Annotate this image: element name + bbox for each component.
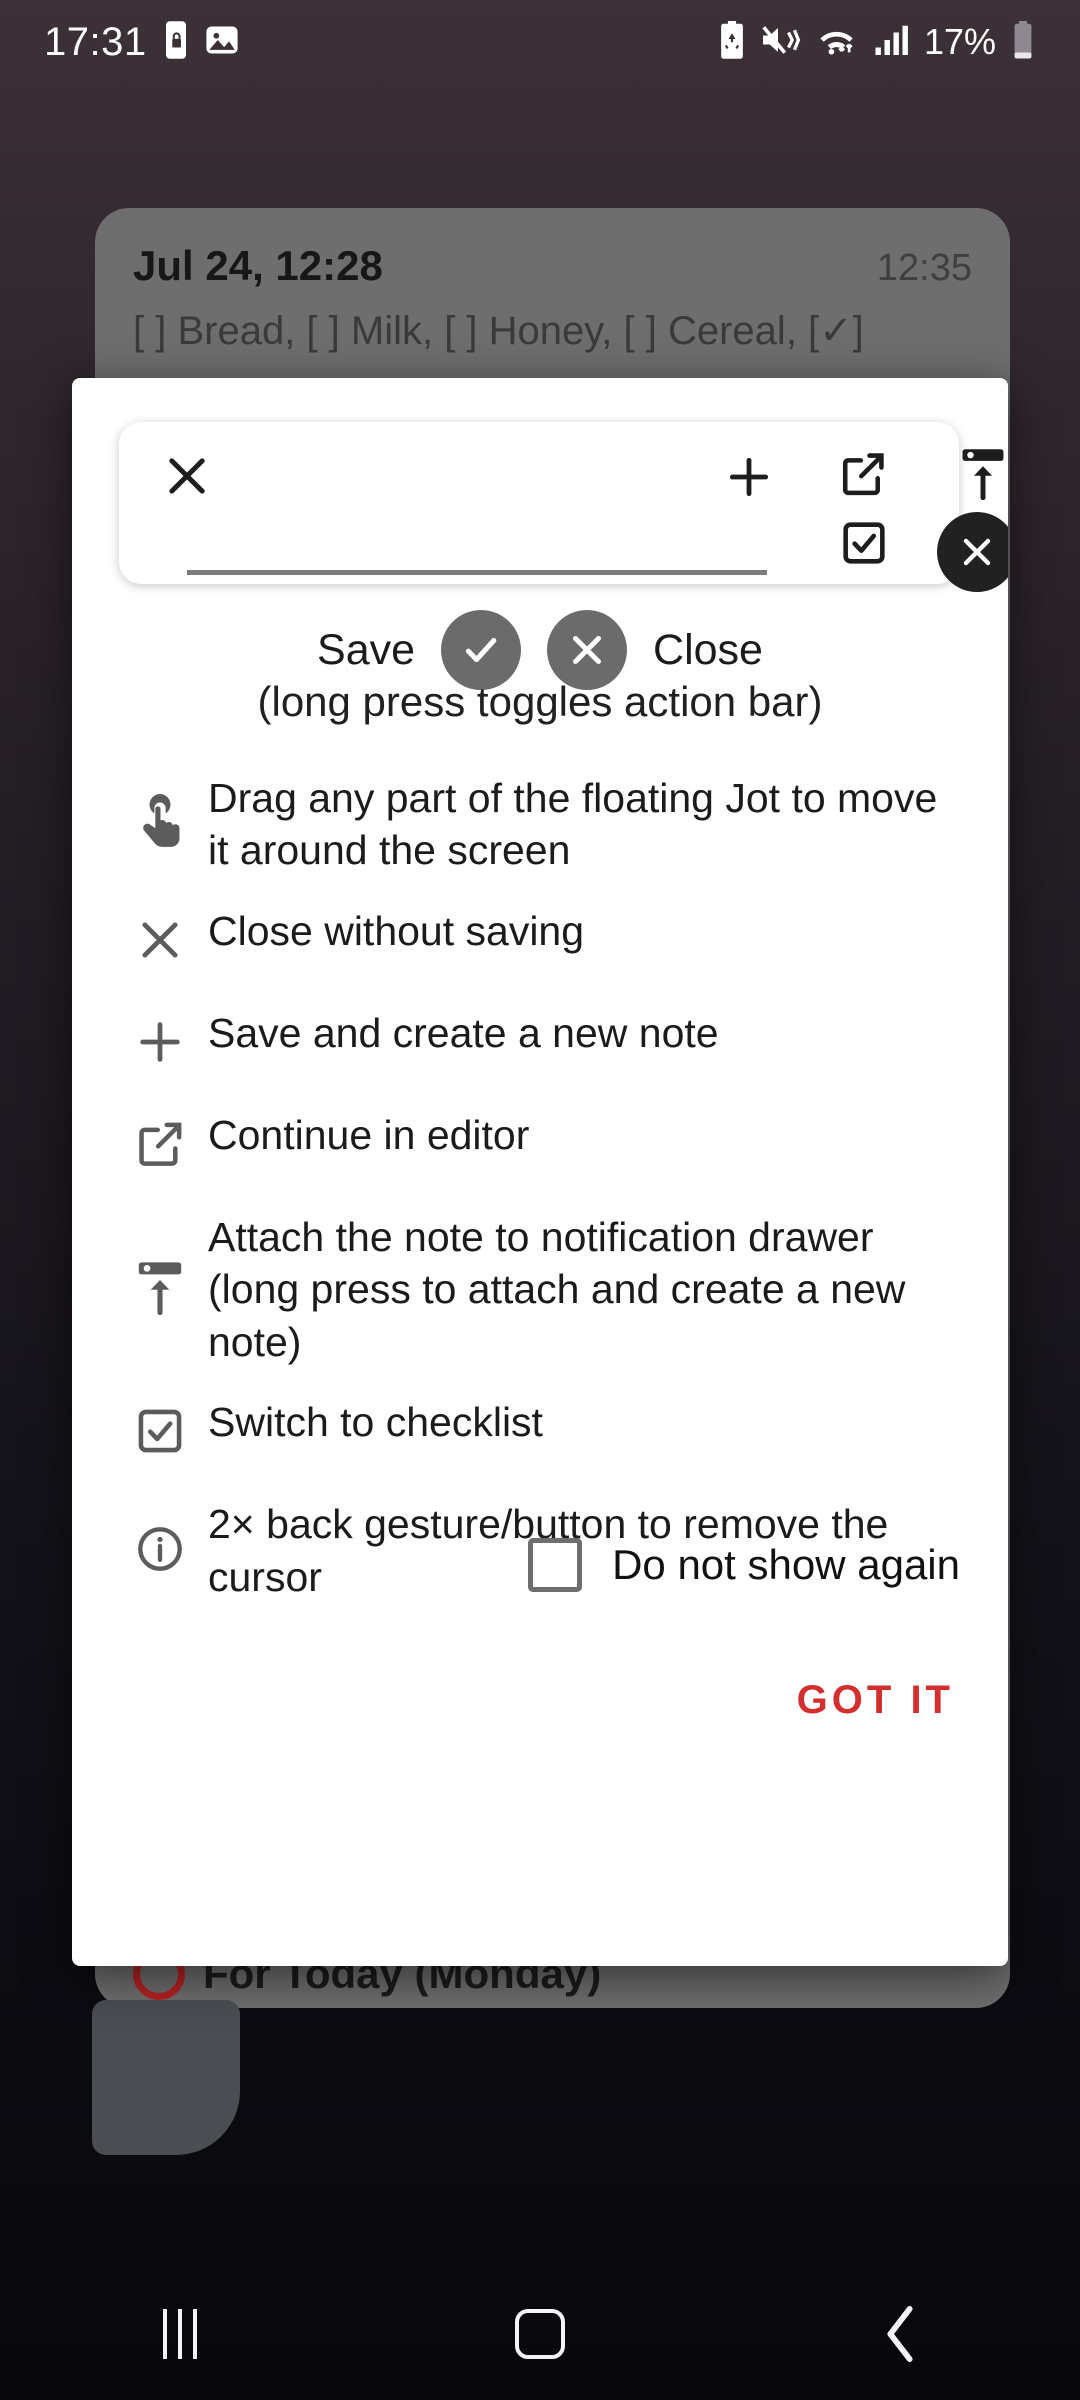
tip-row: Continue in editor — [112, 1093, 968, 1195]
back-icon[interactable] — [800, 2268, 1000, 2400]
tip-row: Drag any part of the floating Jot to mov… — [112, 756, 968, 889]
background-note-header: Jul 24, 12:28 12:35 — [95, 208, 1010, 290]
status-clock: 17:31 — [44, 19, 147, 64]
battery-percent: 17% — [923, 21, 996, 62]
do-not-show-again-row[interactable]: Do not show again — [72, 1538, 1008, 1592]
tip-row: Close without saving — [112, 889, 968, 991]
do-not-show-again-label: Do not show again — [612, 1541, 960, 1588]
open-in-new-icon[interactable] — [837, 448, 889, 505]
tip-text: Switch to checklist — [208, 1399, 543, 1446]
tip-row: Switch to checklist — [112, 1380, 968, 1482]
open-in-new-icon — [112, 1117, 208, 1171]
checkbox-icon[interactable] — [839, 518, 889, 573]
do-not-show-again-checkbox[interactable] — [528, 1538, 583, 1592]
pin-to-notification-icon — [112, 1259, 208, 1317]
plus-icon — [112, 1016, 208, 1068]
long-press-hint: (long press toggles action bar) — [257, 678, 823, 725]
navigation-bar — [0, 2268, 1080, 2400]
image-icon — [205, 23, 239, 62]
battery-saver-icon — [718, 20, 746, 64]
status-bar-right: 17% — [718, 20, 1036, 64]
touch-drag-icon — [112, 790, 208, 854]
confirm-row: GOT IT — [72, 1668, 1008, 1733]
jot-text-input[interactable] — [187, 570, 767, 575]
tips-list: Drag any part of the floating Jot to mov… — [72, 756, 1008, 1615]
battery-icon — [1010, 20, 1036, 64]
checkbox-icon — [112, 1405, 208, 1457]
wifi-icon — [816, 23, 860, 62]
close-icon[interactable] — [161, 450, 213, 507]
floating-jot-handle[interactable] — [92, 2000, 240, 2155]
circle-close-icon[interactable] — [937, 512, 1008, 592]
help-dialog: Save Close (long press toggles action ba… — [72, 378, 1008, 1966]
mute-vibrate-icon — [760, 23, 802, 62]
signal-bars-icon — [874, 23, 910, 62]
phone-lock-icon — [161, 20, 191, 64]
tip-text: Drag any part of the floating Jot to mov… — [208, 775, 938, 874]
tip-row: Save and create a new note — [112, 991, 968, 1093]
status-bar: 17:31 17% — [0, 0, 1080, 84]
recents-icon[interactable] — [80, 2268, 280, 2400]
tip-text: Continue in editor — [208, 1111, 530, 1158]
tip-text: Close without saving — [208, 907, 585, 954]
close-icon — [112, 914, 208, 966]
plus-icon[interactable] — [724, 452, 774, 507]
home-icon[interactable] — [440, 2268, 640, 2400]
background-note-time: 12:35 — [876, 247, 972, 289]
tip-text: Attach the note to notification drawer (… — [208, 1213, 906, 1365]
jot-preview-card[interactable] — [119, 422, 1008, 592]
tip-text: Save and create a new note — [208, 1009, 719, 1056]
status-bar-left: 17:31 — [44, 20, 239, 65]
got-it-button[interactable]: GOT IT — [791, 1668, 960, 1733]
pin-to-notification-icon[interactable] — [957, 446, 1008, 507]
save-label: Save — [317, 625, 416, 674]
background-note-title: Jul 24, 12:28 — [133, 242, 383, 289]
background-note-body: [ ] Bread, [ ] Milk, [ ] Honey, [ ] Cere… — [133, 309, 864, 353]
tip-row: Attach the note to notification drawer (… — [112, 1195, 968, 1380]
close-label: Close — [653, 625, 763, 674]
